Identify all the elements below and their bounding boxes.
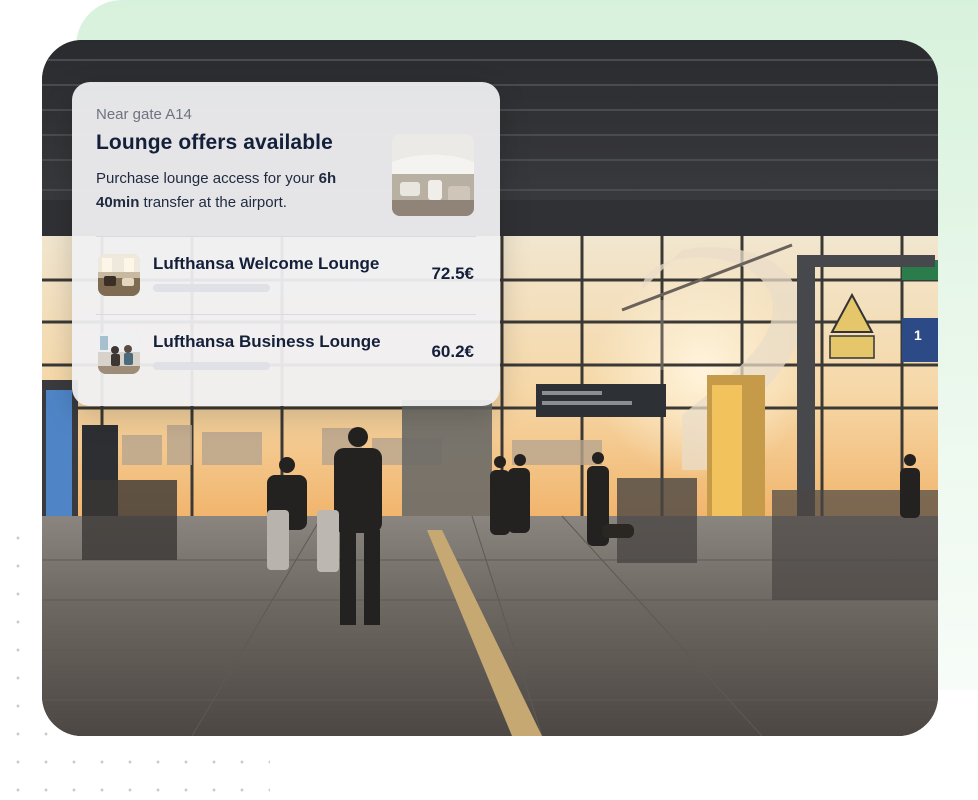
card-description: Purchase lounge access for your 6h 40min… (96, 167, 376, 215)
lounge-info-placeholder-bar (153, 362, 270, 370)
lounge-price: 72.5€ (431, 264, 474, 283)
lounge-name: Lufthansa Business Lounge (153, 332, 381, 351)
card-divider (96, 314, 476, 315)
lounge-interior-image (392, 134, 474, 216)
lounge-name: Lufthansa Welcome Lounge (153, 254, 380, 273)
lounge-item[interactable]: Lufthansa Welcome Lounge 72.5€ (96, 254, 476, 310)
lounge-price: 60.2€ (431, 342, 474, 361)
description-prefix: Purchase lounge access for your (96, 170, 319, 187)
lounge-offers-card: Near gate A14 Lounge offers available Pu… (72, 82, 500, 406)
platform-sign-number: 1 (914, 327, 922, 343)
gate-location-label: Near gate A14 (96, 106, 192, 123)
lounge-item[interactable]: Lufthansa Business Lounge 60.2€ (96, 332, 476, 388)
card-divider (96, 236, 476, 237)
lounge-info-placeholder-bar (153, 284, 270, 292)
description-suffix: transfer at the airport. (139, 194, 287, 211)
card-title: Lounge offers available (96, 131, 333, 154)
lounge-thumbnail (98, 254, 140, 296)
lounge-thumbnail (98, 332, 140, 374)
